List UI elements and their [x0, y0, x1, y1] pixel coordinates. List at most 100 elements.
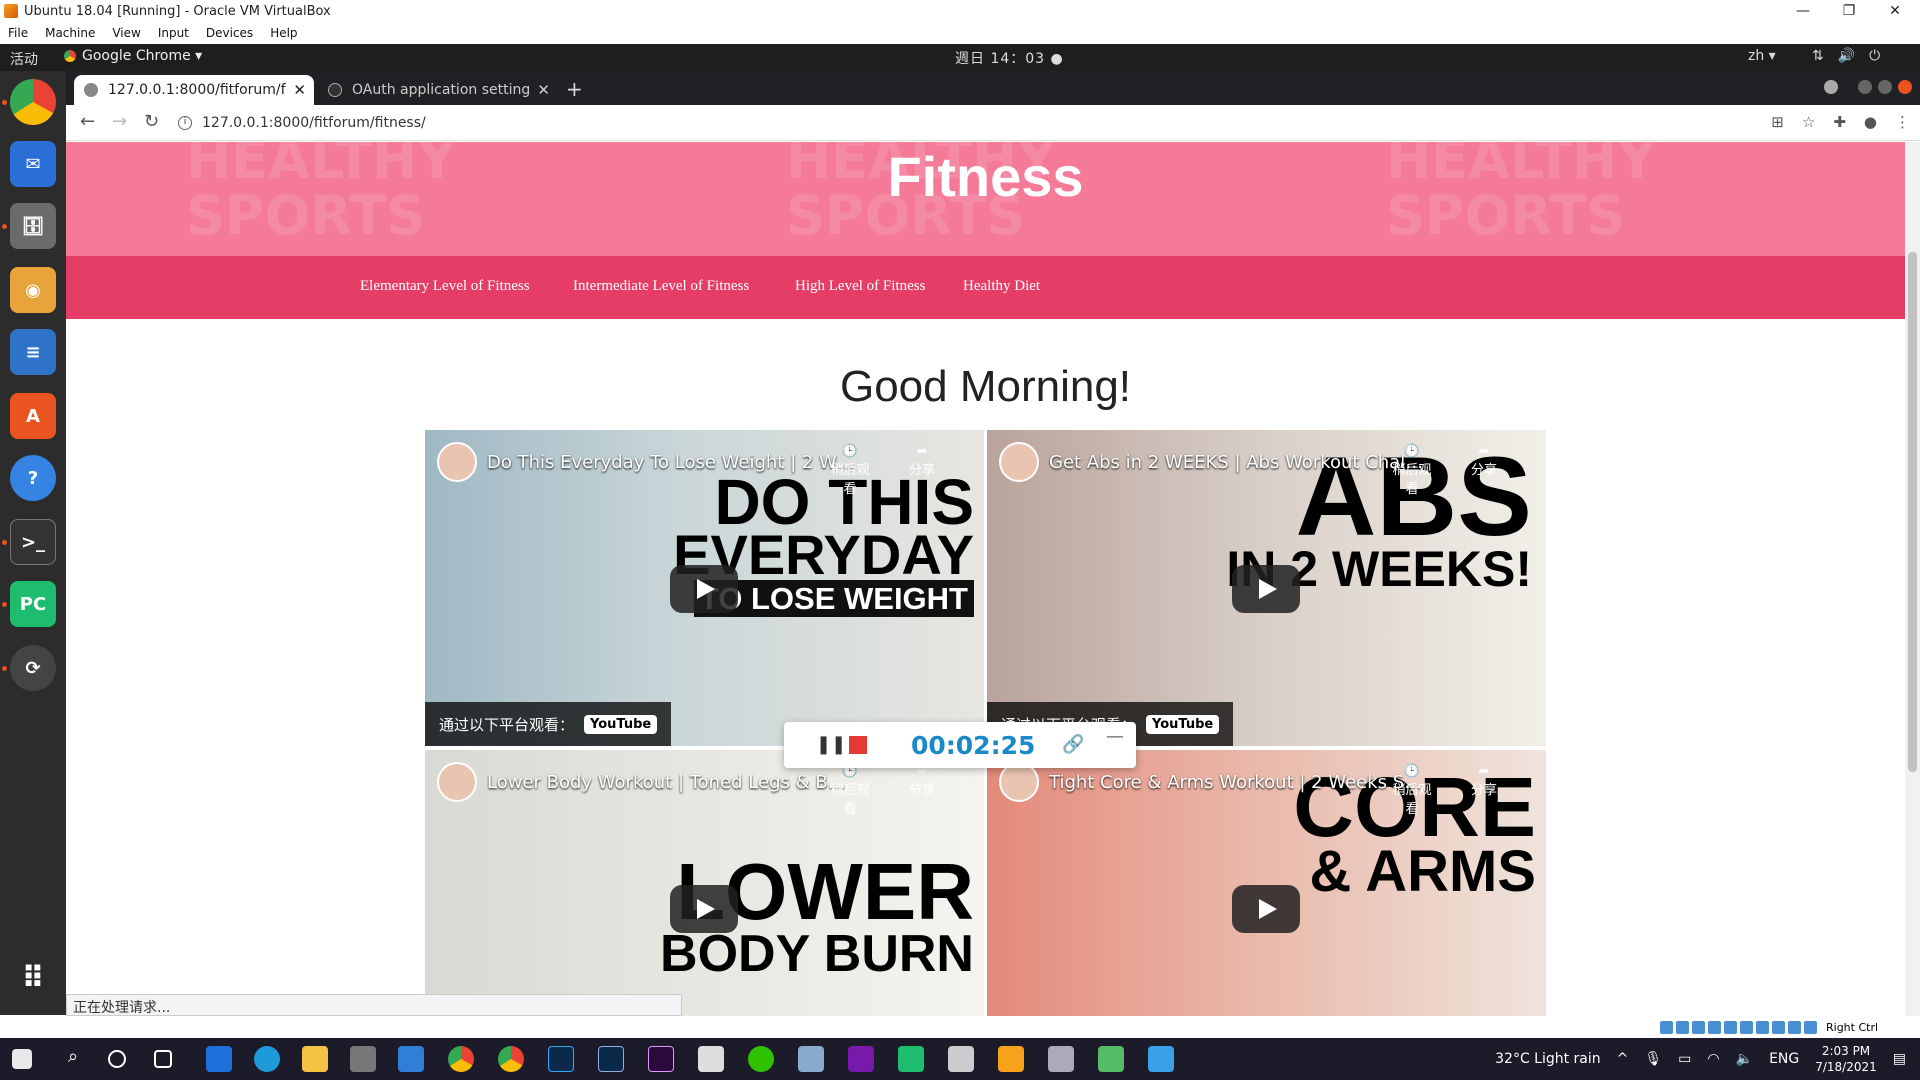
play-button[interactable] — [670, 565, 738, 613]
menu-machine[interactable]: Machine — [45, 26, 95, 40]
video-embed[interactable]: CORE & ARMS Tight Core & Arms Workout | … — [987, 750, 1546, 1016]
file-explorer-icon[interactable] — [302, 1046, 328, 1072]
battery-icon[interactable]: ▭ — [1678, 1051, 1691, 1067]
watch-on-youtube[interactable]: 通过以下平台观看： YouTube — [425, 702, 672, 746]
task-view-icon[interactable] — [154, 1050, 172, 1068]
mail-icon[interactable] — [398, 1046, 424, 1072]
menu-help[interactable]: Help — [270, 26, 297, 40]
channel-avatar[interactable] — [999, 442, 1039, 482]
pycharm-icon[interactable]: PC — [10, 581, 56, 627]
system-tray[interactable]: ⇅ 🔊 ⏻ — [1812, 48, 1880, 64]
tab-close-icon[interactable]: ✕ — [537, 81, 550, 99]
channel-avatar[interactable] — [437, 762, 477, 802]
tab-search-icon[interactable] — [1824, 80, 1838, 94]
watch-later-button[interactable]: 🕒 稍后观看 — [1387, 764, 1437, 817]
app-icon[interactable] — [948, 1046, 974, 1072]
minimize-icon[interactable] — [1858, 80, 1872, 94]
url-text[interactable]: 127.0.0.1:8000/fitforum/fitness/ — [202, 115, 426, 131]
channel-avatar[interactable] — [437, 442, 477, 482]
menu-view[interactable]: View — [112, 26, 140, 40]
app-icon[interactable] — [1098, 1046, 1124, 1072]
nav-intermediate[interactable]: Intermediate Level of Fitness — [573, 278, 749, 295]
chrome-icon[interactable] — [498, 1046, 524, 1072]
watch-later-button[interactable]: 🕒 稍后观看 — [825, 444, 875, 497]
nav-healthy-diet[interactable]: Healthy Diet — [963, 278, 1040, 295]
app-icon[interactable] — [798, 1046, 824, 1072]
menu-file[interactable]: File — [8, 26, 28, 40]
virtualbox-icon[interactable] — [998, 1046, 1024, 1072]
video-embed[interactable]: LOWER BODY BURN Lower Body Workout | Ton… — [425, 750, 984, 1016]
video-embed[interactable]: DO THIS EVERYDAY TO LOSE WEIGHT Do This … — [425, 430, 984, 746]
nav-elementary[interactable]: Elementary Level of Fitness — [360, 278, 530, 295]
extensions-icon[interactable]: ✚ — [1833, 113, 1846, 131]
clock[interactable]: 週日 14：03 ● — [955, 48, 1064, 68]
menu-devices[interactable]: Devices — [206, 26, 253, 40]
help-icon[interactable]: ? — [10, 455, 56, 501]
link-icon[interactable]: 🔗 — [1062, 734, 1084, 755]
scrollbar-thumb[interactable] — [1908, 252, 1917, 772]
microphone-icon[interactable]: 🎙 — [1644, 1051, 1662, 1067]
onenote-icon[interactable] — [848, 1046, 874, 1072]
pycharm-icon[interactable] — [898, 1046, 924, 1072]
network-icon[interactable] — [1708, 1020, 1721, 1034]
usb-icon[interactable] — [1724, 1020, 1737, 1034]
play-button[interactable] — [670, 885, 738, 933]
input-method[interactable]: zh ▾ — [1748, 48, 1776, 64]
play-button[interactable] — [1232, 885, 1300, 933]
software-icon[interactable]: A — [10, 393, 56, 439]
minimize-icon[interactable]: — — [1780, 0, 1826, 22]
share-button[interactable]: ➦ 分享 — [897, 764, 947, 798]
new-tab-button[interactable]: + — [566, 77, 583, 101]
video-title[interactable]: Tight Core & Arms Workout | 2 Weeks S… — [1049, 772, 1422, 793]
notifications-icon[interactable]: ▤ — [1893, 1051, 1906, 1067]
forward-icon[interactable]: → — [112, 111, 127, 132]
tab-fitforum[interactable]: 127.0.0.1:8000/fitforum/f ✕ — [74, 75, 314, 105]
app-icon[interactable] — [1048, 1046, 1074, 1072]
restore-icon[interactable]: ❐ — [1826, 0, 1872, 22]
menu-input[interactable]: Input — [158, 26, 189, 40]
share-button[interactable]: ➦ 分享 — [897, 444, 947, 478]
thunderbird-icon[interactable]: ✉ — [10, 141, 56, 187]
video-title[interactable]: Get Abs in 2 WEEKS | Abs Workout Chal… — [1049, 452, 1423, 473]
page-scrollbar[interactable] — [1905, 142, 1920, 1016]
close-icon[interactable]: ✕ — [1872, 0, 1918, 22]
mouse-icon[interactable] — [1804, 1020, 1817, 1034]
volume-icon[interactable]: 🔈 — [1736, 1051, 1753, 1067]
play-button[interactable] — [1232, 565, 1300, 613]
wechat-icon[interactable] — [748, 1046, 774, 1072]
chrome-dock-icon[interactable] — [10, 79, 56, 125]
writer-icon[interactable]: ≡ — [10, 329, 56, 375]
reload-icon[interactable]: ↻ — [144, 111, 159, 132]
stop-icon[interactable] — [849, 736, 867, 754]
app-icon[interactable] — [206, 1046, 232, 1072]
video-title[interactable]: Lower Body Workout | Toned Legs & B… — [487, 772, 846, 793]
disk-icon[interactable] — [1660, 1020, 1673, 1034]
share-button[interactable]: ➦ 分享 — [1459, 764, 1509, 798]
watch-later-button[interactable]: 🕒 稍后观看 — [825, 764, 875, 817]
updater-icon[interactable]: ⟳ — [10, 645, 56, 691]
shared-folder-icon[interactable] — [1740, 1020, 1753, 1034]
display-icon[interactable] — [1756, 1020, 1769, 1034]
profile-icon[interactable]: ● — [1864, 113, 1877, 131]
share-button[interactable]: ➦ 分享 — [1459, 444, 1509, 478]
cortana-icon[interactable] — [108, 1050, 126, 1068]
tab-oauth[interactable]: OAuth application setting ✕ — [318, 75, 558, 105]
channel-avatar[interactable] — [999, 762, 1039, 802]
maximize-icon[interactable] — [1878, 80, 1892, 94]
chrome-icon[interactable] — [448, 1046, 474, 1072]
rhythmbox-icon[interactable]: ◉ — [10, 267, 56, 313]
close-icon[interactable] — [1898, 80, 1912, 94]
search-icon[interactable]: ⌕ — [60, 1046, 86, 1072]
nav-high[interactable]: High Level of Fitness — [795, 278, 925, 295]
photoshop-icon[interactable] — [548, 1046, 574, 1072]
edge-icon[interactable] — [254, 1046, 280, 1072]
address-bar[interactable]: i 127.0.0.1:8000/fitforum/fitness/ — [178, 110, 1818, 136]
app-icon[interactable] — [698, 1046, 724, 1072]
files-icon[interactable]: 🗄 — [10, 203, 56, 249]
watch-later-button[interactable]: 🕒 稍后观看 — [1387, 444, 1437, 497]
taskbar-clock[interactable]: 2:03 PM 7/18/2021 — [1815, 1043, 1877, 1075]
activities-button[interactable]: 活动 — [10, 49, 38, 69]
terminal-icon[interactable]: >_ — [10, 519, 56, 565]
cpu-icon[interactable] — [1788, 1020, 1801, 1034]
chrome-menu-icon[interactable]: ⋮ — [1895, 113, 1910, 131]
